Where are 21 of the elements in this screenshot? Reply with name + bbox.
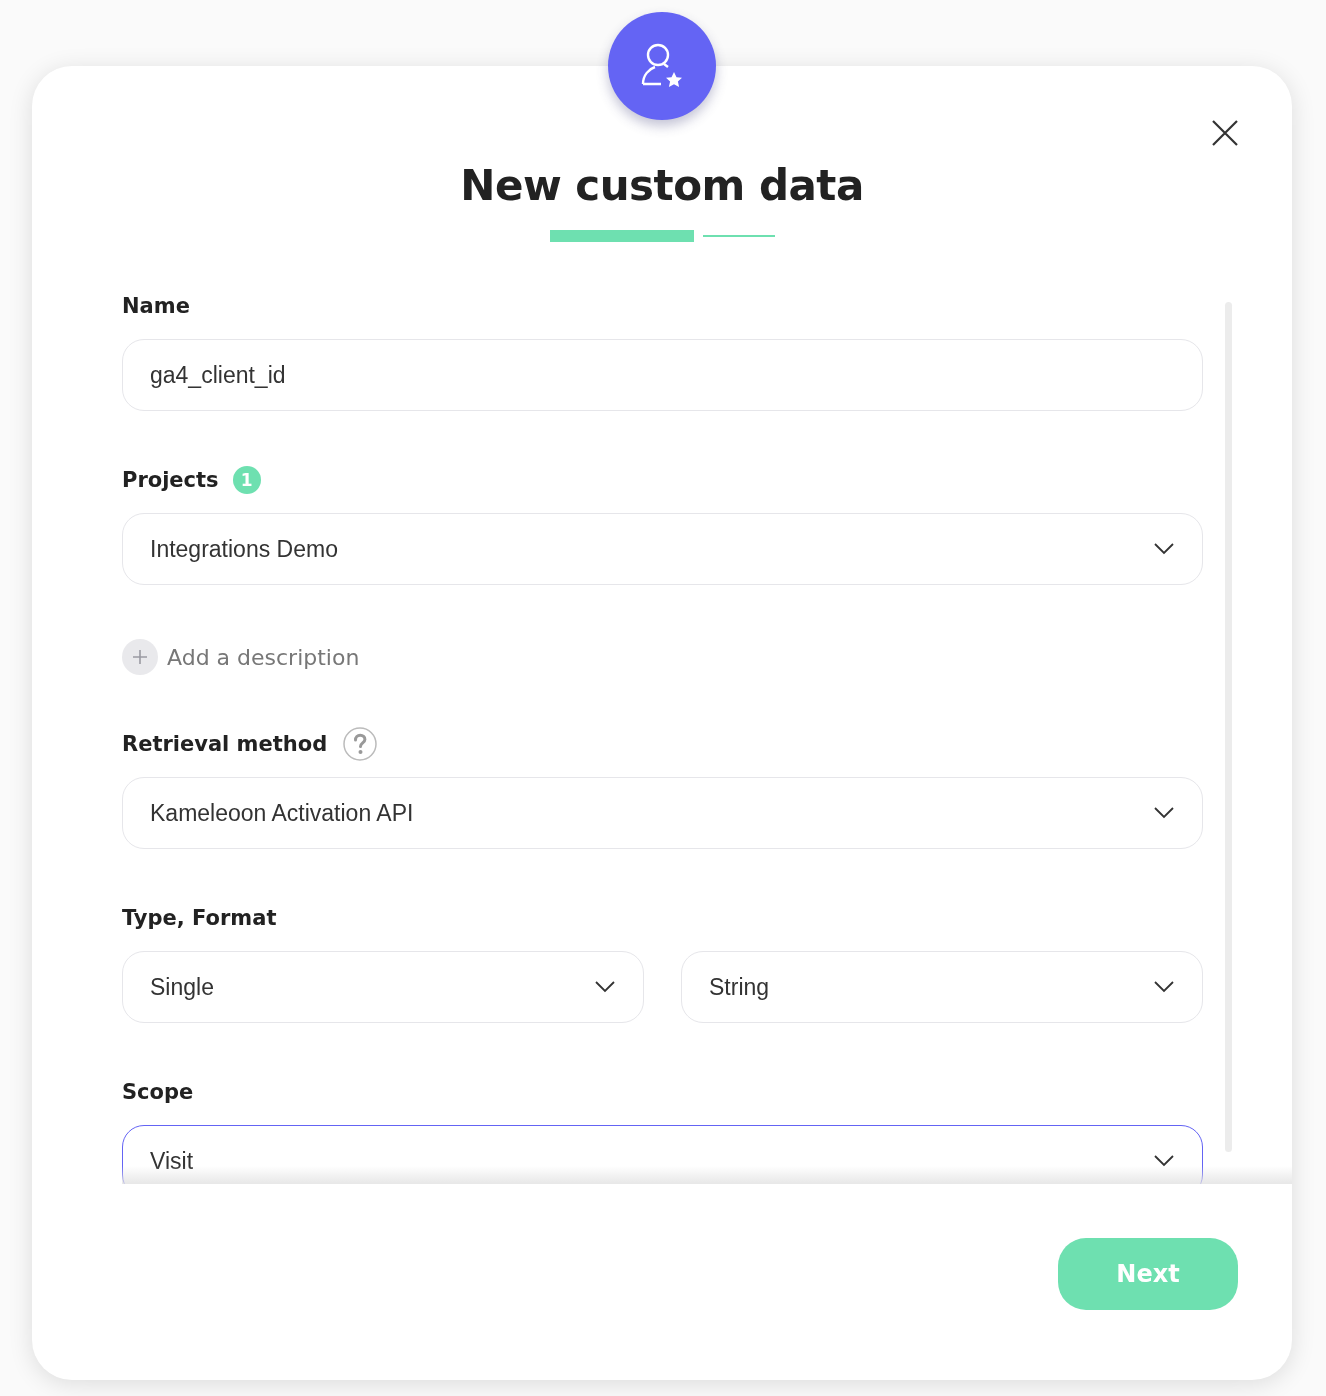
field-label: Scope: [122, 1080, 194, 1104]
count-badge: 1: [232, 466, 261, 494]
chevron-down-icon: [595, 981, 615, 993]
chevron-down-icon: [1154, 981, 1174, 993]
field-label: Name: [122, 294, 190, 318]
help-icon[interactable]: [343, 727, 378, 761]
name-input[interactable]: ga4_client_id: [122, 339, 1203, 411]
field-label: Retrieval method: [122, 732, 328, 756]
select-field[interactable]: Integrations Demo: [122, 513, 1203, 585]
select-field[interactable]: String: [681, 951, 1203, 1023]
select-field[interactable]: Single: [122, 951, 644, 1023]
add-description-link[interactable]: Add a description: [122, 639, 360, 675]
dialog-title: New custom data: [460, 160, 864, 212]
field-label: Projects: [122, 468, 219, 492]
field-label: Type, Format: [122, 906, 277, 930]
chevron-down-icon: [1154, 807, 1174, 819]
plus-icon: [122, 639, 158, 675]
select-field[interactable]: Kameleoon Activation API: [122, 777, 1203, 849]
close-button[interactable]: [1211, 119, 1239, 147]
chevron-down-icon: [1154, 543, 1174, 555]
chevron-down-icon: [1154, 1155, 1174, 1167]
